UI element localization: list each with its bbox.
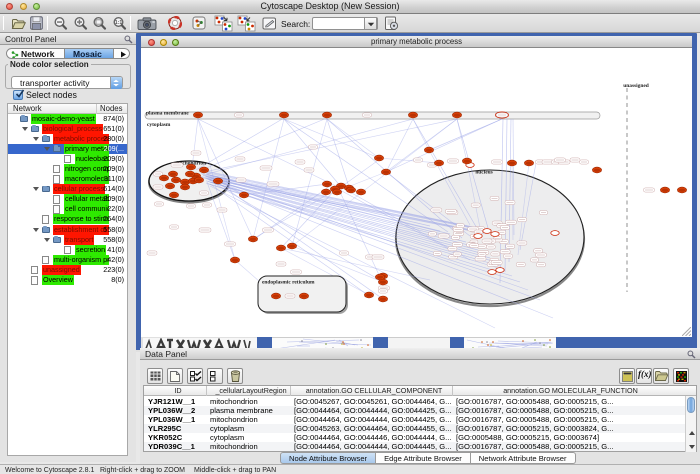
svg-text:1:1: 1:1 — [115, 20, 123, 26]
svg-text:plasma membrane: plasma membrane — [146, 110, 189, 116]
svg-text:cytoplasm: cytoplasm — [147, 122, 171, 128]
svg-text:endoplasmic reticulum: endoplasmic reticulum — [262, 279, 315, 285]
svg-text:unassigned: unassigned — [623, 83, 648, 89]
svg-text:nucleus: nucleus — [475, 169, 492, 175]
